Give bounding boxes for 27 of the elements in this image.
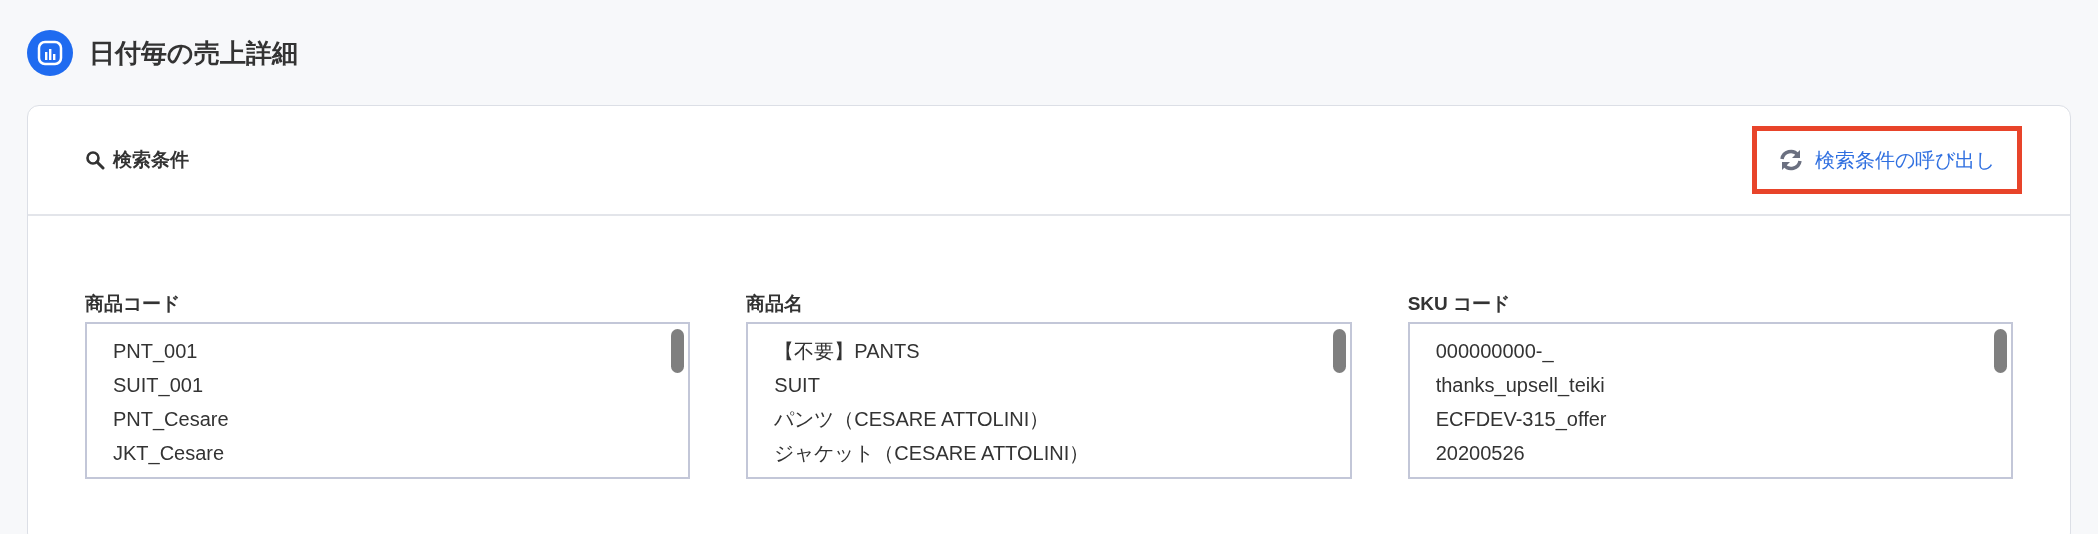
refresh-icon [1779, 149, 1803, 171]
list-option[interactable]: 20200526 [1435, 436, 1525, 470]
list-option[interactable]: JKT_Cesare [113, 436, 225, 470]
scrollbar-thumb [671, 329, 685, 373]
list-option[interactable]: ECFDEV-315_offer [1435, 402, 1607, 436]
field-label: 商品名 [746, 292, 805, 316]
recall-button[interactable]: 検索条件の呼び出し [1752, 126, 2022, 194]
field-label: SKU コード [1407, 292, 1512, 316]
list-option[interactable]: thanks_upsell_teiki [1435, 368, 1605, 402]
chart-icon [27, 30, 73, 76]
list-option[interactable]: 000000000-_ [1435, 334, 1554, 368]
list-option[interactable]: SUIT_001 [113, 368, 204, 402]
page-title: 日付毎の売上詳細 [89, 37, 298, 70]
scrollbar-thumb [1994, 329, 2007, 373]
list-option[interactable]: 【不要】PANTS [774, 334, 920, 368]
listbox[interactable]: 000000000-_ thanks_upsell_teiki ECFDEV-315_offer 20200526 [1407, 322, 2013, 479]
scrollbar-thumb [1332, 329, 1346, 373]
field-label: 商品コード [85, 292, 181, 316]
panel-title: 検索条件 [113, 147, 189, 172]
list-option[interactable]: パンツ（CESARE ATTOLINI） [774, 402, 1050, 436]
search-icon [85, 150, 105, 170]
list-option[interactable]: PNT_Cesare [113, 402, 229, 436]
list-option[interactable]: SUIT [774, 368, 820, 402]
listbox[interactable]: PNT_001 SUIT_001 PNT_Cesare JKT_Cesare [85, 322, 691, 479]
list-option[interactable]: PNT_001 [113, 334, 198, 368]
listbox[interactable]: 【不要】PANTS SUIT パンツ（CESARE ATTOLINI） ジャケット（CESARE ATTOLINI） [746, 322, 1352, 479]
list-option[interactable]: ジャケット（CESARE ATTOLINI） [774, 436, 1090, 470]
